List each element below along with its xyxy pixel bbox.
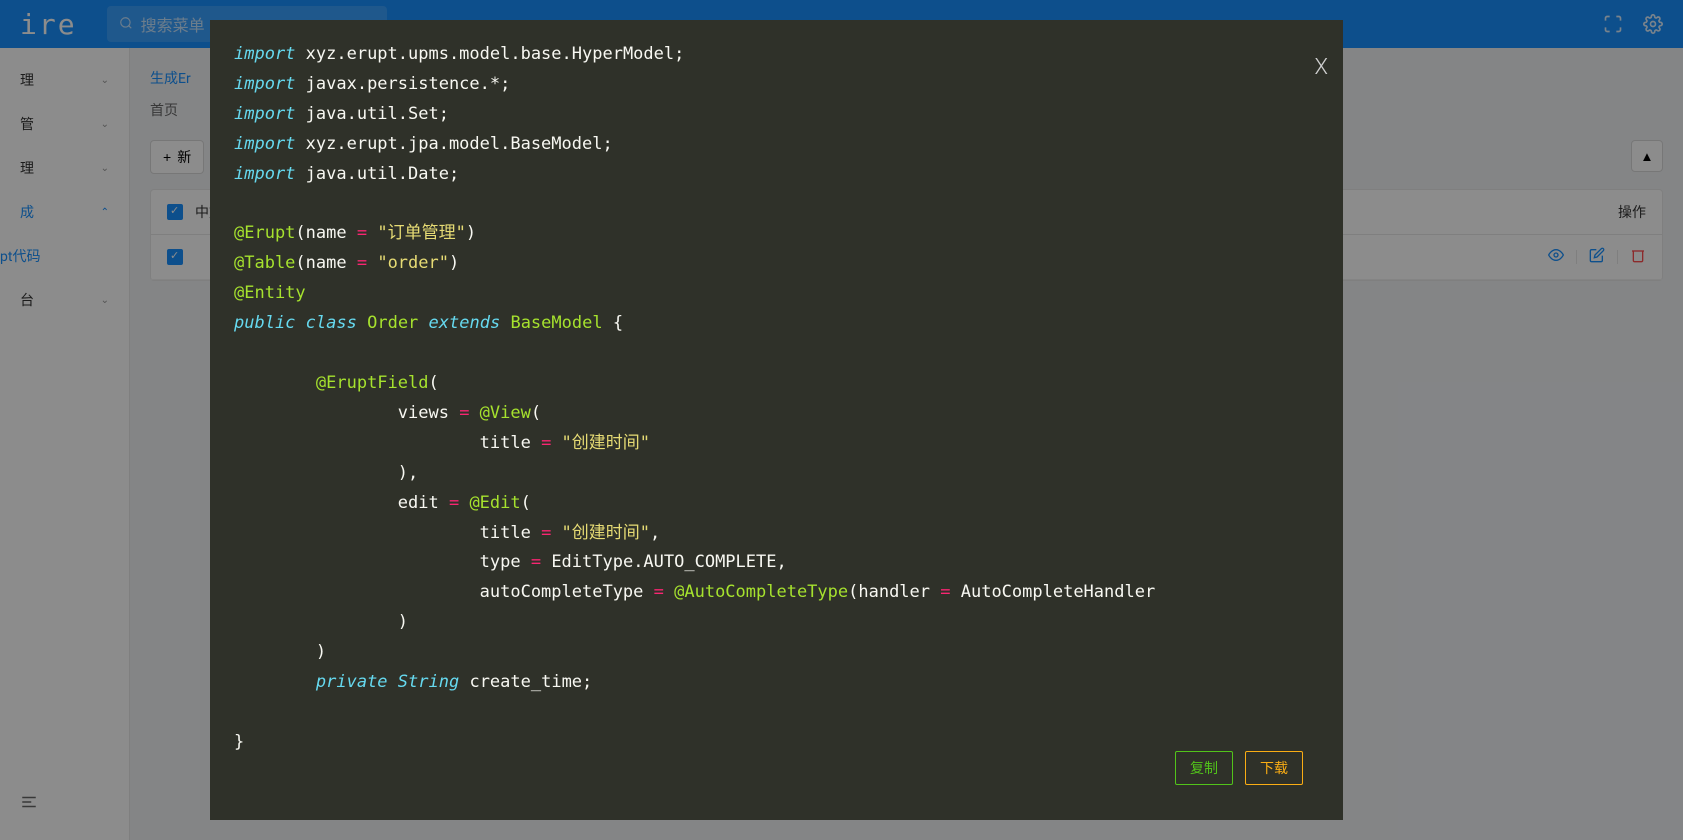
code-modal: X import xyz.erupt.upms.model.base.Hyper… (210, 20, 1343, 820)
close-button[interactable]: X (1315, 55, 1328, 80)
download-button[interactable]: 下载 (1245, 751, 1303, 785)
modal-footer: 复制 下载 (1175, 751, 1303, 785)
code-block: import xyz.erupt.upms.model.base.HyperMo… (234, 40, 1319, 758)
copy-button[interactable]: 复制 (1175, 751, 1233, 785)
code-container[interactable]: import xyz.erupt.upms.model.base.HyperMo… (210, 20, 1343, 820)
